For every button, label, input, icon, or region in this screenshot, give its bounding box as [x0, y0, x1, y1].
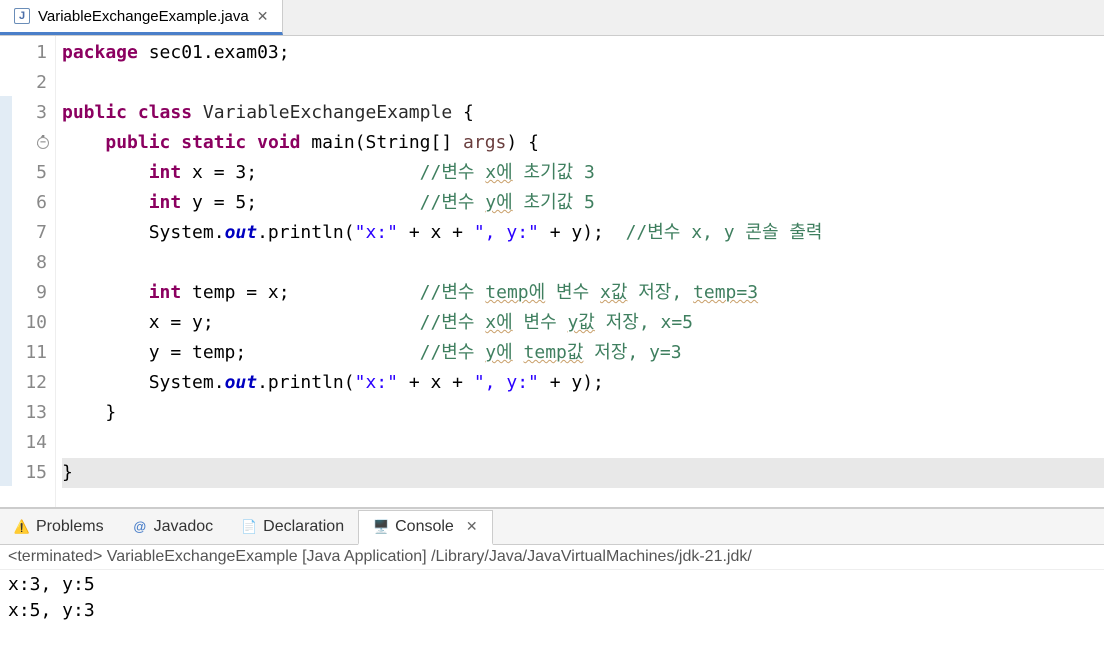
code-line[interactable]: int temp = x; //변수 temp에 변수 x값 저장, temp=…: [62, 278, 1104, 308]
tab-label: Declaration: [263, 518, 344, 536]
tab-label: Console: [395, 518, 454, 536]
code-line[interactable]: }: [62, 458, 1104, 488]
close-icon[interactable]: ✕: [466, 518, 478, 535]
code-line[interactable]: x = y; //변수 x에 변수 y값 저장, x=5: [62, 308, 1104, 338]
code-content[interactable]: package sec01.exam03; public class Varia…: [56, 36, 1104, 507]
code-line[interactable]: public class VariableExchangeExample {: [62, 98, 1104, 128]
code-line[interactable]: [62, 68, 1104, 98]
code-line[interactable]: System.out.println("x:" + x + ", y:" + y…: [62, 368, 1104, 398]
code-line[interactable]: int x = 3; //변수 x에 초기값 3: [62, 158, 1104, 188]
folding-margin: [0, 36, 12, 507]
tab-label: Javadoc: [154, 518, 214, 536]
code-line[interactable]: y = temp; //변수 y에 temp값 저장, y=3: [62, 338, 1104, 368]
panel-tab-bar: ⚠️ Problems @ Javadoc 📄 Declaration 🖥️ C…: [0, 509, 1104, 545]
editor-area: J VariableExchangeExample.java ✕ 1234−56…: [0, 0, 1104, 508]
close-icon[interactable]: ✕: [257, 8, 269, 25]
console-output[interactable]: x:3, y:5 x:5, y:3: [0, 570, 1104, 626]
code-line[interactable]: System.out.println("x:" + x + ", y:" + y…: [62, 218, 1104, 248]
console-icon: 🖥️: [373, 519, 389, 535]
tab-javadoc[interactable]: @ Javadoc: [118, 509, 228, 544]
code-line[interactable]: int y = 5; //변수 y에 초기값 5: [62, 188, 1104, 218]
editor-tab[interactable]: J VariableExchangeExample.java ✕: [0, 0, 283, 35]
code-line[interactable]: package sec01.exam03;: [62, 38, 1104, 68]
console-status: <terminated> VariableExchangeExample [Ja…: [0, 545, 1104, 570]
editor-tab-bar: J VariableExchangeExample.java ✕: [0, 0, 1104, 36]
problems-icon: ⚠️: [14, 519, 30, 535]
bottom-panel: ⚠️ Problems @ Javadoc 📄 Declaration 🖥️ C…: [0, 508, 1104, 668]
code-editor[interactable]: 1234−56789101112131415 package sec01.exa…: [0, 36, 1104, 507]
javadoc-icon: @: [132, 519, 148, 535]
code-line[interactable]: [62, 248, 1104, 278]
tab-declaration[interactable]: 📄 Declaration: [227, 509, 358, 544]
declaration-icon: 📄: [241, 519, 257, 535]
tab-label: Problems: [36, 518, 104, 536]
tab-console[interactable]: 🖥️ Console ✕: [358, 510, 492, 545]
tab-problems[interactable]: ⚠️ Problems: [0, 509, 118, 544]
code-line[interactable]: public static void main(String[] args) {: [62, 128, 1104, 158]
code-line[interactable]: [62, 428, 1104, 458]
line-number-gutter: 1234−56789101112131415: [12, 36, 56, 507]
code-line[interactable]: }: [62, 398, 1104, 428]
fold-toggle-icon[interactable]: −: [37, 137, 49, 149]
editor-tab-label: VariableExchangeExample.java: [38, 8, 249, 25]
java-file-icon: J: [14, 8, 30, 24]
